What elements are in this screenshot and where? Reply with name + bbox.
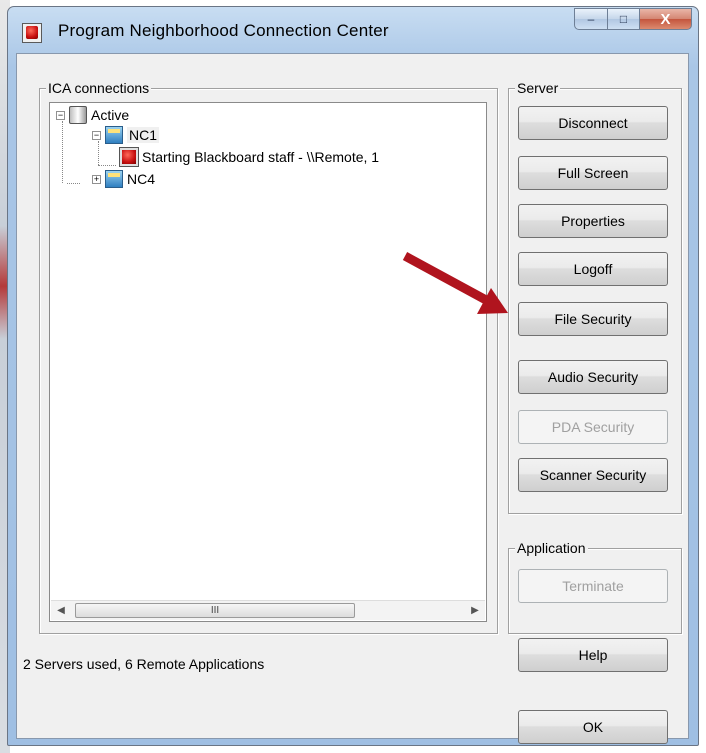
tree-node-nc1[interactable]: − NC1 <box>92 125 160 145</box>
logoff-button[interactable]: Logoff <box>518 252 668 286</box>
scroll-right-icon[interactable]: ▶ <box>465 601 485 620</box>
window-title: Program Neighborhood Connection Center <box>58 21 389 40</box>
ok-button[interactable]: OK <box>518 710 668 744</box>
disconnect-button[interactable]: Disconnect <box>518 106 668 140</box>
file-security-button[interactable]: File Security <box>518 302 668 336</box>
audio-security-button[interactable]: Audio Security <box>518 360 668 394</box>
tree-node-application[interactable]: Starting Blackboard staff - \\Remote, 1 <box>119 147 380 167</box>
status-text: 2 Servers used, 6 Remote Applications <box>23 656 265 672</box>
full-screen-button[interactable]: Full Screen <box>518 156 668 190</box>
expand-icon[interactable]: + <box>92 174 101 184</box>
horizontal-scrollbar[interactable]: ◀ III ▶ <box>51 600 485 620</box>
app-icon[interactable] <box>22 23 42 43</box>
servers-icon <box>69 106 87 124</box>
application-group-label: Application <box>515 540 588 556</box>
close-button[interactable]: X <box>640 8 692 30</box>
ica-connections-label: ICA connections <box>46 80 152 96</box>
tree-node-label: NC4 <box>127 171 156 187</box>
collapse-icon[interactable]: − <box>92 130 101 140</box>
terminate-button[interactable]: Terminate <box>518 569 668 603</box>
dialog-client-area: ICA connections − Active − NC1 Starting … <box>16 53 689 744</box>
scanner-security-button[interactable]: Scanner Security <box>518 458 668 492</box>
title-bar[interactable]: Program Neighborhood Connection Center –… <box>8 7 698 53</box>
folder-server-icon <box>105 170 123 188</box>
tree-line <box>62 121 63 183</box>
server-group: Server <box>508 80 682 514</box>
dialog-window: Program Neighborhood Connection Center –… <box>7 6 699 746</box>
minimize-button[interactable]: – <box>574 8 608 30</box>
pda-security-button[interactable]: PDA Security <box>518 410 668 444</box>
collapse-icon[interactable]: − <box>56 110 65 120</box>
caption-buttons: – □ X <box>574 8 692 30</box>
tree-node-label: Active <box>91 107 130 123</box>
help-button[interactable]: Help <box>518 638 668 672</box>
properties-button[interactable]: Properties <box>518 204 668 238</box>
scroll-thumb[interactable]: III <box>75 603 355 618</box>
tree-node-label: Starting Blackboard staff - \\Remote, 1 <box>142 149 380 165</box>
connections-tree[interactable]: − Active − NC1 Starting Blackboard staff… <box>49 102 487 622</box>
tree-node-active[interactable]: − Active <box>56 105 129 125</box>
tree-node-label: NC1 <box>127 127 160 143</box>
server-group-label: Server <box>515 80 561 96</box>
maximize-button[interactable]: □ <box>608 8 640 30</box>
scroll-left-icon[interactable]: ◀ <box>51 601 71 620</box>
folder-server-icon <box>105 126 123 144</box>
tree-node-nc4[interactable]: + NC4 <box>92 169 155 189</box>
tree-line <box>98 165 116 166</box>
tree-line <box>67 183 80 184</box>
app-icon <box>119 147 139 167</box>
